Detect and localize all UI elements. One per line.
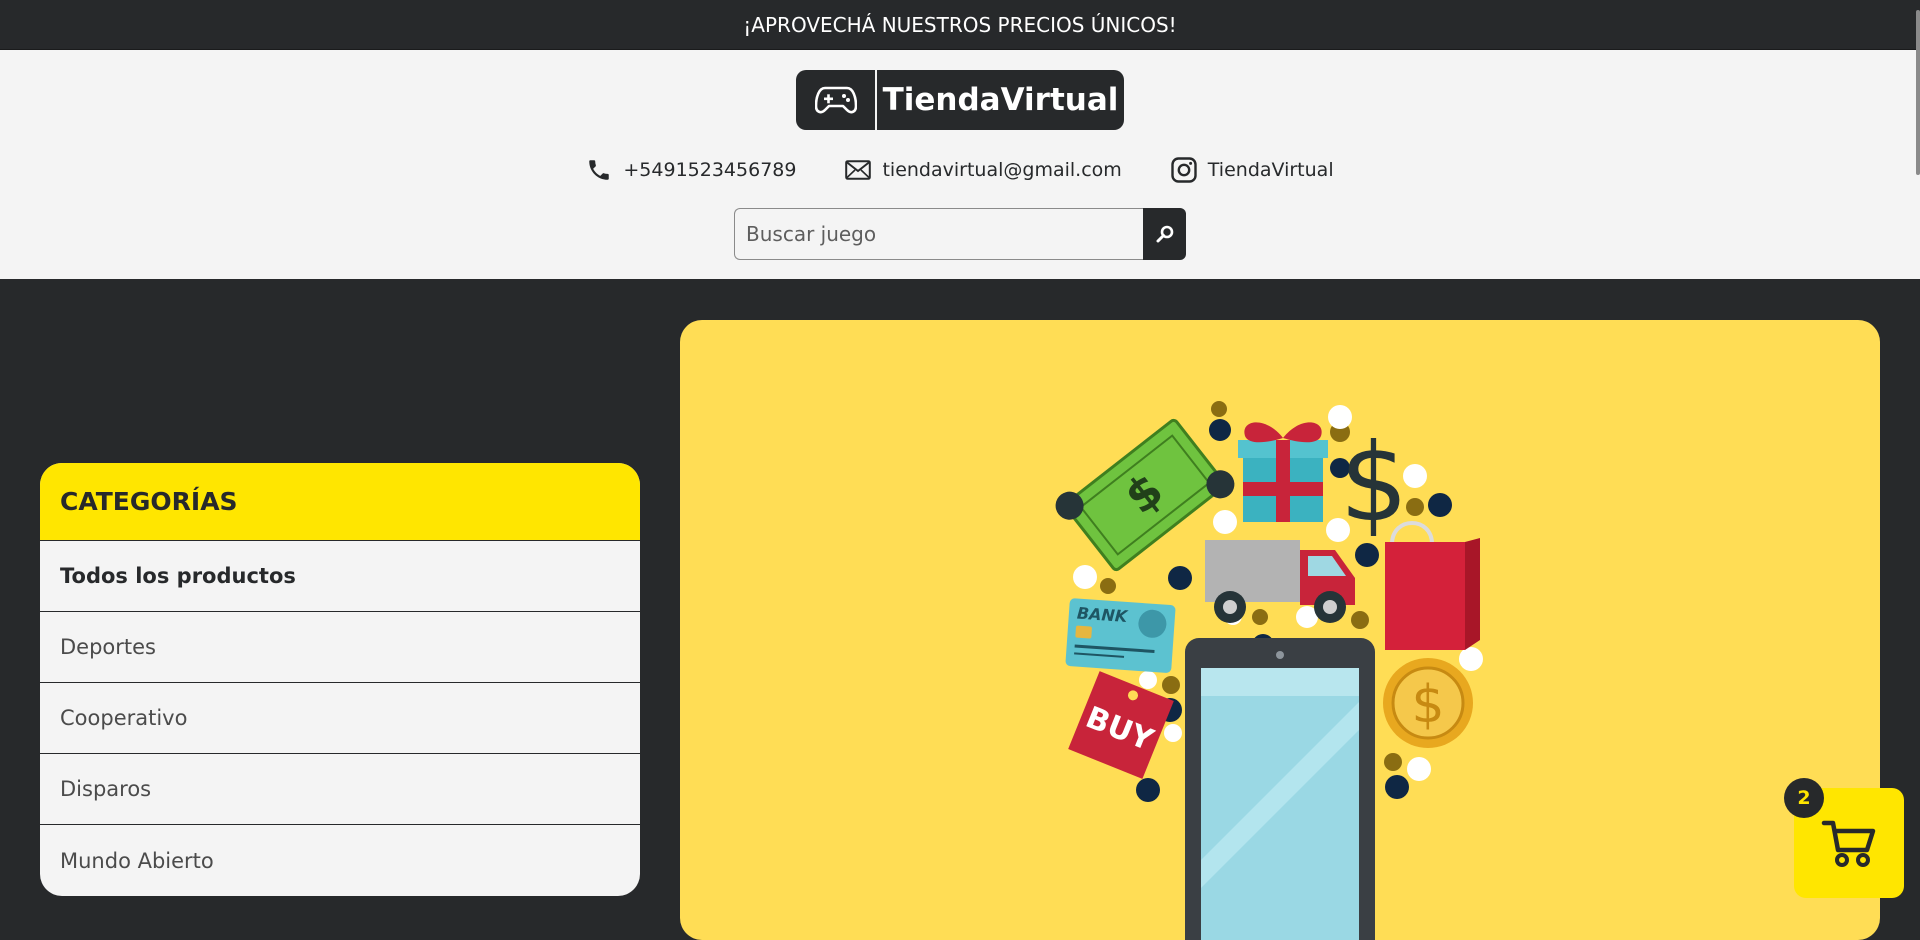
site-header: TiendaVirtual +5491523456789 tiendavirtu… xyxy=(0,50,1920,279)
category-all[interactable]: Todos los productos xyxy=(40,541,640,612)
tablet-illustration xyxy=(1185,638,1375,940)
cart-icon xyxy=(1821,820,1876,867)
categories-title: CATEGORÍAS xyxy=(40,463,640,541)
phone-text: +5491523456789 xyxy=(623,159,797,181)
site-logo[interactable]: TiendaVirtual xyxy=(796,70,1124,130)
shopping-bag-illustration xyxy=(1385,521,1480,650)
contact-email[interactable]: tiendavirtual@gmail.com xyxy=(845,159,1122,181)
promo-banner: ¡APROVECHÁ NUESTROS PRECIOS ÚNICOS! xyxy=(0,0,1920,50)
instagram-icon xyxy=(1171,157,1197,183)
categories-panel: CATEGORÍAS Todos los productos Deportes … xyxy=(40,463,640,896)
hero-banner: $ $ BANK BUY $ xyxy=(680,320,1880,940)
mail-icon xyxy=(845,160,872,180)
buy-tag-illustration: BUY xyxy=(1068,671,1174,779)
truck-illustration xyxy=(1205,540,1355,623)
gift-illustration xyxy=(1238,422,1328,522)
contact-phone[interactable]: +5491523456789 xyxy=(586,157,796,183)
search-icon xyxy=(1156,225,1173,243)
logo-text: TiendaVirtual xyxy=(882,82,1119,118)
promo-text: ¡APROVECHÁ NUESTROS PRECIOS ÚNICOS! xyxy=(743,12,1177,37)
category-disparos[interactable]: Disparos xyxy=(40,754,640,825)
category-deportes[interactable]: Deportes xyxy=(40,612,640,683)
contact-instagram[interactable]: TiendaVirtual xyxy=(1171,157,1334,183)
phone-icon xyxy=(589,160,610,180)
category-cooperativo[interactable]: Cooperativo xyxy=(40,683,640,754)
category-mundo-abierto[interactable]: Mundo Abierto xyxy=(40,825,640,896)
scrollbar[interactable] xyxy=(1916,10,1920,175)
gamepad-icon xyxy=(796,70,875,130)
coin-illustration: $ xyxy=(1383,658,1473,748)
search-button[interactable] xyxy=(1143,208,1186,260)
contact-bar: +5491523456789 tiendavirtual@gmail.com T… xyxy=(0,152,1920,188)
search-bar xyxy=(734,208,1186,260)
search-input[interactable] xyxy=(734,208,1143,260)
svg-text:$: $ xyxy=(1411,675,1444,735)
shopping-illustration: $ $ BANK BUY $ xyxy=(1055,401,1483,940)
cart-count-badge: 2 xyxy=(1784,778,1824,818)
instagram-text: TiendaVirtual xyxy=(1207,159,1334,181)
credit-card-illustration: BANK xyxy=(1065,598,1176,673)
email-text: tiendavirtual@gmail.com xyxy=(882,159,1122,181)
svg-text:BANK: BANK xyxy=(1076,604,1129,627)
